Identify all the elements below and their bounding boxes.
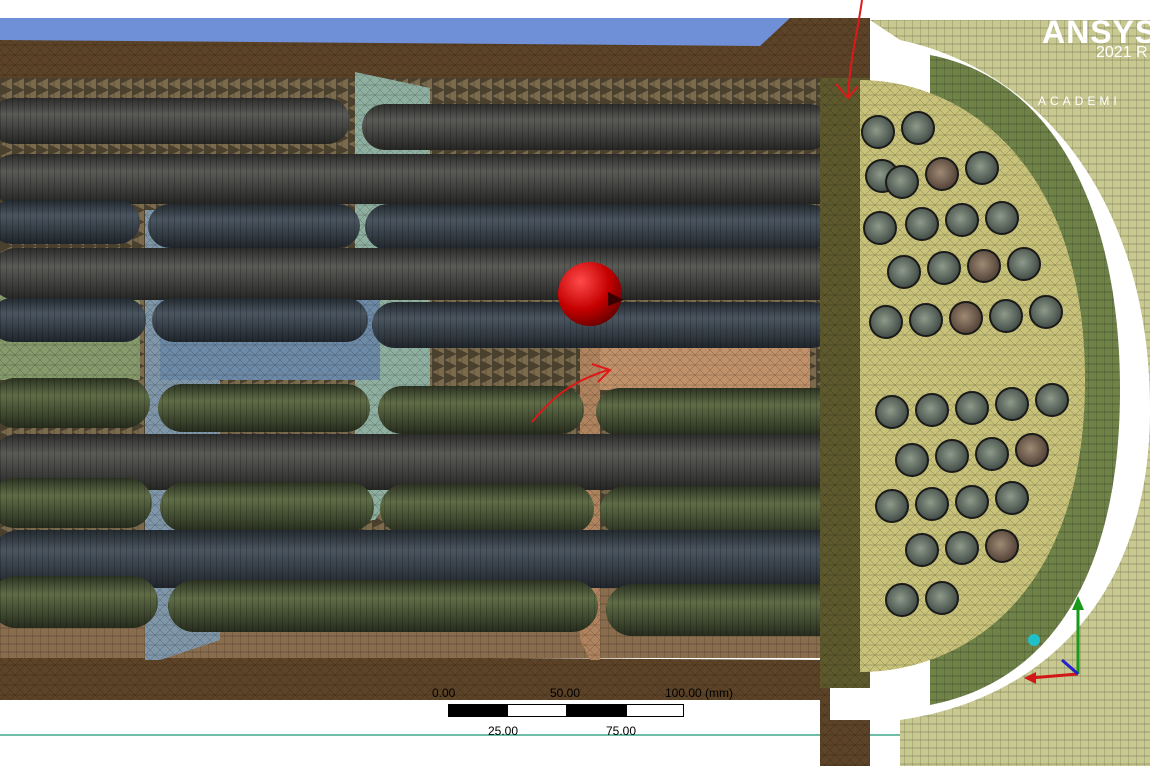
scale-label-75: 75.00	[606, 724, 637, 738]
scale-bar: 0.00 50.00 100.00 (mm) 25.00 75.00	[420, 686, 760, 746]
y-axis-arrow-icon	[1072, 596, 1084, 610]
scale-segment-2	[508, 704, 566, 717]
graphics-viewport[interactable]	[0, 0, 1150, 766]
scale-label-100: 100.00 (mm)	[665, 686, 734, 700]
x-axis-arrow-icon	[1024, 672, 1036, 684]
scale-label-0: 0.00	[432, 686, 456, 700]
scale-segment-4	[626, 704, 684, 717]
coordinate-triad[interactable]	[1016, 578, 1096, 688]
scale-label-50: 50.00	[550, 686, 581, 700]
scale-segment-1	[448, 704, 508, 717]
scale-label-25: 25.00	[488, 724, 519, 738]
iso-view-ball-icon	[1028, 634, 1040, 646]
scale-segment-3	[566, 704, 626, 717]
